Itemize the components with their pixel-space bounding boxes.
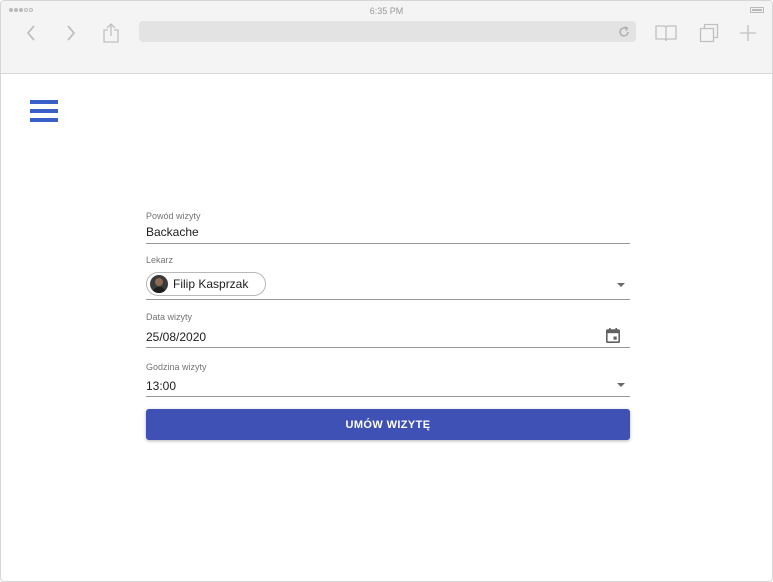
tabs-icon[interactable] [699,21,719,45]
doctor-select[interactable]: Lekarz Filip Kasprzak [146,255,630,300]
date-field[interactable]: Data wizyty 25/08/2020 [146,310,630,348]
hamburger-menu-icon[interactable] [30,100,59,126]
battery-icon [750,7,764,13]
book-appointment-button[interactable]: UMÓW WIZYTĘ [146,409,630,440]
status-bar: 6:35 PM [1,1,772,19]
device-frame: 6:35 PM Powód wizyty Backache Lekarz Fil… [0,0,773,582]
reason-label: Powód wizyty [146,211,201,221]
dropdown-arrow-icon[interactable] [617,383,625,387]
address-bar[interactable] [139,21,636,42]
time-label: Godzina wizyty [146,362,207,372]
doctor-label: Lekarz [146,255,174,265]
doctor-chip-label: Filip Kasprzak [173,277,249,291]
forward-icon[interactable] [63,21,79,45]
date-label: Data wizyty [146,312,193,322]
date-input[interactable]: 25/08/2020 [146,330,206,344]
doctor-chip[interactable]: Filip Kasprzak [146,272,266,296]
time-value[interactable]: 13:00 [146,379,176,393]
new-tab-icon[interactable] [739,21,757,45]
share-icon[interactable] [101,21,121,45]
bookmarks-icon[interactable] [655,21,677,45]
back-icon[interactable] [23,21,39,45]
time-select[interactable]: Godzina wizyty 13:00 [146,360,630,397]
dropdown-arrow-icon[interactable] [617,283,625,287]
reason-field[interactable]: Powód wizyty Backache [146,209,630,244]
reason-input[interactable]: Backache [146,225,199,239]
calendar-icon[interactable] [606,328,620,348]
browser-chrome: 6:35 PM [1,1,772,74]
browser-toolbar [1,19,772,47]
avatar [150,275,168,293]
status-time: 6:35 PM [369,6,404,16]
reload-icon[interactable] [618,25,630,43]
